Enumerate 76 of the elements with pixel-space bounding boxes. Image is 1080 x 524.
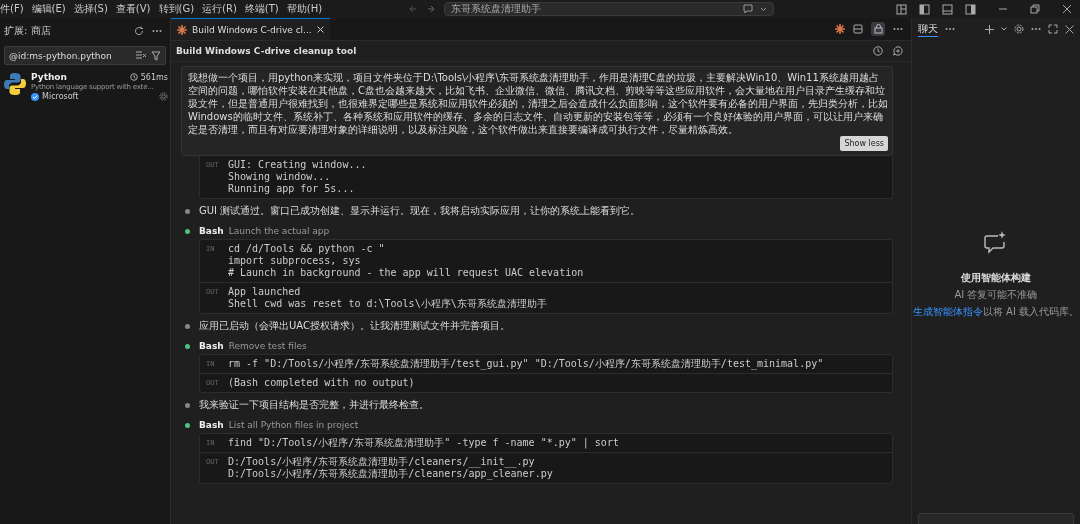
more-icon[interactable]	[1031, 27, 1041, 31]
split-editor-icon[interactable]	[853, 24, 863, 34]
instructions-text: 生成智能体指令以将 AI 载入代码库。	[912, 305, 1080, 319]
tool-description: List all Python files in project	[228, 420, 359, 430]
tool-name: Bash	[199, 226, 224, 236]
show-less-button[interactable]: Show less	[840, 136, 888, 151]
menu-item[interactable]: 转到(G)	[158, 2, 195, 16]
sparkle-icon[interactable]	[835, 24, 845, 34]
menu-item[interactable]: 件(F)	[0, 2, 24, 16]
chevron-down-icon[interactable]	[1001, 27, 1007, 31]
status-dot	[185, 343, 190, 349]
close-icon[interactable]	[1065, 24, 1074, 34]
chat-icon	[743, 4, 755, 14]
code-line: # Launch in background - the app will request UAC elevation	[228, 267, 584, 279]
code-line: Shell cwd was reset to d:\Tools\小程序\东哥系统盘清理助手	[228, 298, 547, 310]
code-line: find "D:/Tools/小程序/东哥系统盘清理助手" -type f -name "*.py" | sort	[228, 437, 619, 449]
status-dot	[185, 323, 190, 329]
code-line: D:/Tools/小程序/东哥系统盘清理助手/cleaners/__init__.py	[228, 456, 536, 468]
code-line: App launched	[228, 286, 302, 298]
sparkle-icon	[177, 24, 187, 35]
code-line: cd /d/Tools && python -c "	[228, 243, 386, 255]
close-icon[interactable]	[316, 26, 324, 33]
more-icon[interactable]	[893, 27, 903, 31]
maximize-icon[interactable]	[1048, 24, 1058, 34]
prompt-text: 我想做一个项目，用python来实现，项目文件夹位于D:\Tools\小程序\东哥系统盘清理助手，作用是清理C盘的垃圾，主要解决Win10、Win11系统越用越占空间的问题，哪怕软件安装在其他盘，C盘也会越来越大，比如飞书、企业微信、微信、腾讯文档、剪映等等这些应用软件，会大量地在用户目录产生缓存和垃圾文件，但是普通用户很难找到，也很难界定哪些是系统和应用软件必须的，清理之后会造成什么负面影响，这个软件要有必备的用户界面，先归类分析，比如Windows的临时文件、系统补丁、各种系统和应用软件的缓存、多余的日志文件、自动更新的安装包等等，必须有一个良好体验的用户界面，可以让用户来确定是否清理，而且有对应要清理对象的详细说明，以及标注风险，这个软件做出来直接要编译成可执行文件，尽量精炼高效。	[188, 71, 888, 136]
chevron-down-icon[interactable]	[760, 6, 768, 12]
status-dot	[185, 422, 190, 428]
status-dot	[185, 402, 190, 408]
session-title: Build Windows C-drive cleanup tool	[176, 46, 357, 56]
more-icon[interactable]	[152, 29, 162, 33]
tool-description: Launch the actual app	[228, 226, 330, 236]
chat-tab[interactable]: 聊天	[918, 21, 938, 37]
menu-item[interactable]: 编辑(E)	[31, 2, 66, 16]
layout-icon[interactable]	[896, 3, 907, 15]
publisher-name: Microsoft	[42, 92, 79, 101]
python-logo-icon	[3, 72, 27, 96]
code-line: Showing window...	[228, 171, 332, 183]
menu-item[interactable]: 终端(T)	[244, 2, 279, 16]
menu-item[interactable]: 运行(R)	[202, 2, 237, 16]
generate-instructions-link[interactable]: 生成智能体指令	[912, 306, 983, 317]
forward-arrow-icon[interactable]	[426, 4, 437, 14]
clear-filter-icon[interactable]	[136, 51, 146, 60]
command-center-field[interactable]: 东哥系统盘清理助手	[444, 2, 775, 16]
sidebar-title: 扩展: 商店	[4, 24, 51, 38]
lock-button[interactable]	[871, 22, 885, 36]
tool-name: Bash	[199, 341, 224, 351]
refresh-icon[interactable]	[134, 26, 144, 36]
code-line: import subprocess, sys	[228, 255, 362, 267]
status-dot	[185, 208, 190, 214]
tool-description: Remove test files	[228, 341, 307, 351]
code-line: GUI: Creating window...	[228, 159, 367, 171]
extension-name: Python	[31, 72, 67, 82]
assistant-message: GUI 测试通过。窗口已成功创建、显示并运行。现在，我将启动实际应用，让你的系统上能看到它。	[199, 204, 641, 218]
menu-item[interactable]: 帮助(H)	[286, 2, 323, 16]
extension-search-field[interactable]: @id:ms-python.python	[4, 46, 166, 65]
status-dot	[185, 228, 190, 234]
tool-name: Bash	[199, 420, 224, 430]
assistant-message: 应用已启动（会弹出UAC授权请求）。让我清理测试文件并完善项目。	[199, 319, 510, 333]
editor-tab[interactable]: Build Windows C-drive cl...	[171, 18, 330, 40]
code-line: rm -f "D:/Tools/小程序/东哥系统盘清理助手/test_gui.py" "D:/Tools/小程序/东哥系统盘清理助手/test_minimal.py"	[228, 358, 824, 370]
plus-icon[interactable]	[985, 24, 994, 34]
close-icon[interactable]	[1062, 4, 1072, 14]
secondary-sidebar-icon[interactable]	[965, 3, 976, 15]
disclaimer-text: AI 答复可能不准确	[954, 288, 1038, 302]
more-icon[interactable]	[945, 27, 955, 31]
panel-toggle-icon[interactable]	[942, 3, 953, 15]
code-line: D:/Tools/小程序/东哥系统盘清理助手/cleaners/app_cleaner.py	[228, 468, 553, 480]
menu-item[interactable]: 选择(S)	[73, 2, 108, 16]
activation-time: 561ms	[140, 72, 168, 82]
assistant-message: 我来验证一下项目结构是否完整，并进行最终检查。	[199, 398, 429, 412]
code-line: Running app for 5s...	[228, 183, 356, 195]
menu-item[interactable]: 查看(V)	[115, 2, 151, 16]
empty-state-title: 使用智能体构建	[961, 271, 1031, 285]
code-line: (Bash completed with no output)	[228, 377, 415, 389]
sidebar-toggle-icon[interactable]	[919, 3, 930, 15]
restore-icon[interactable]	[1030, 4, 1040, 14]
